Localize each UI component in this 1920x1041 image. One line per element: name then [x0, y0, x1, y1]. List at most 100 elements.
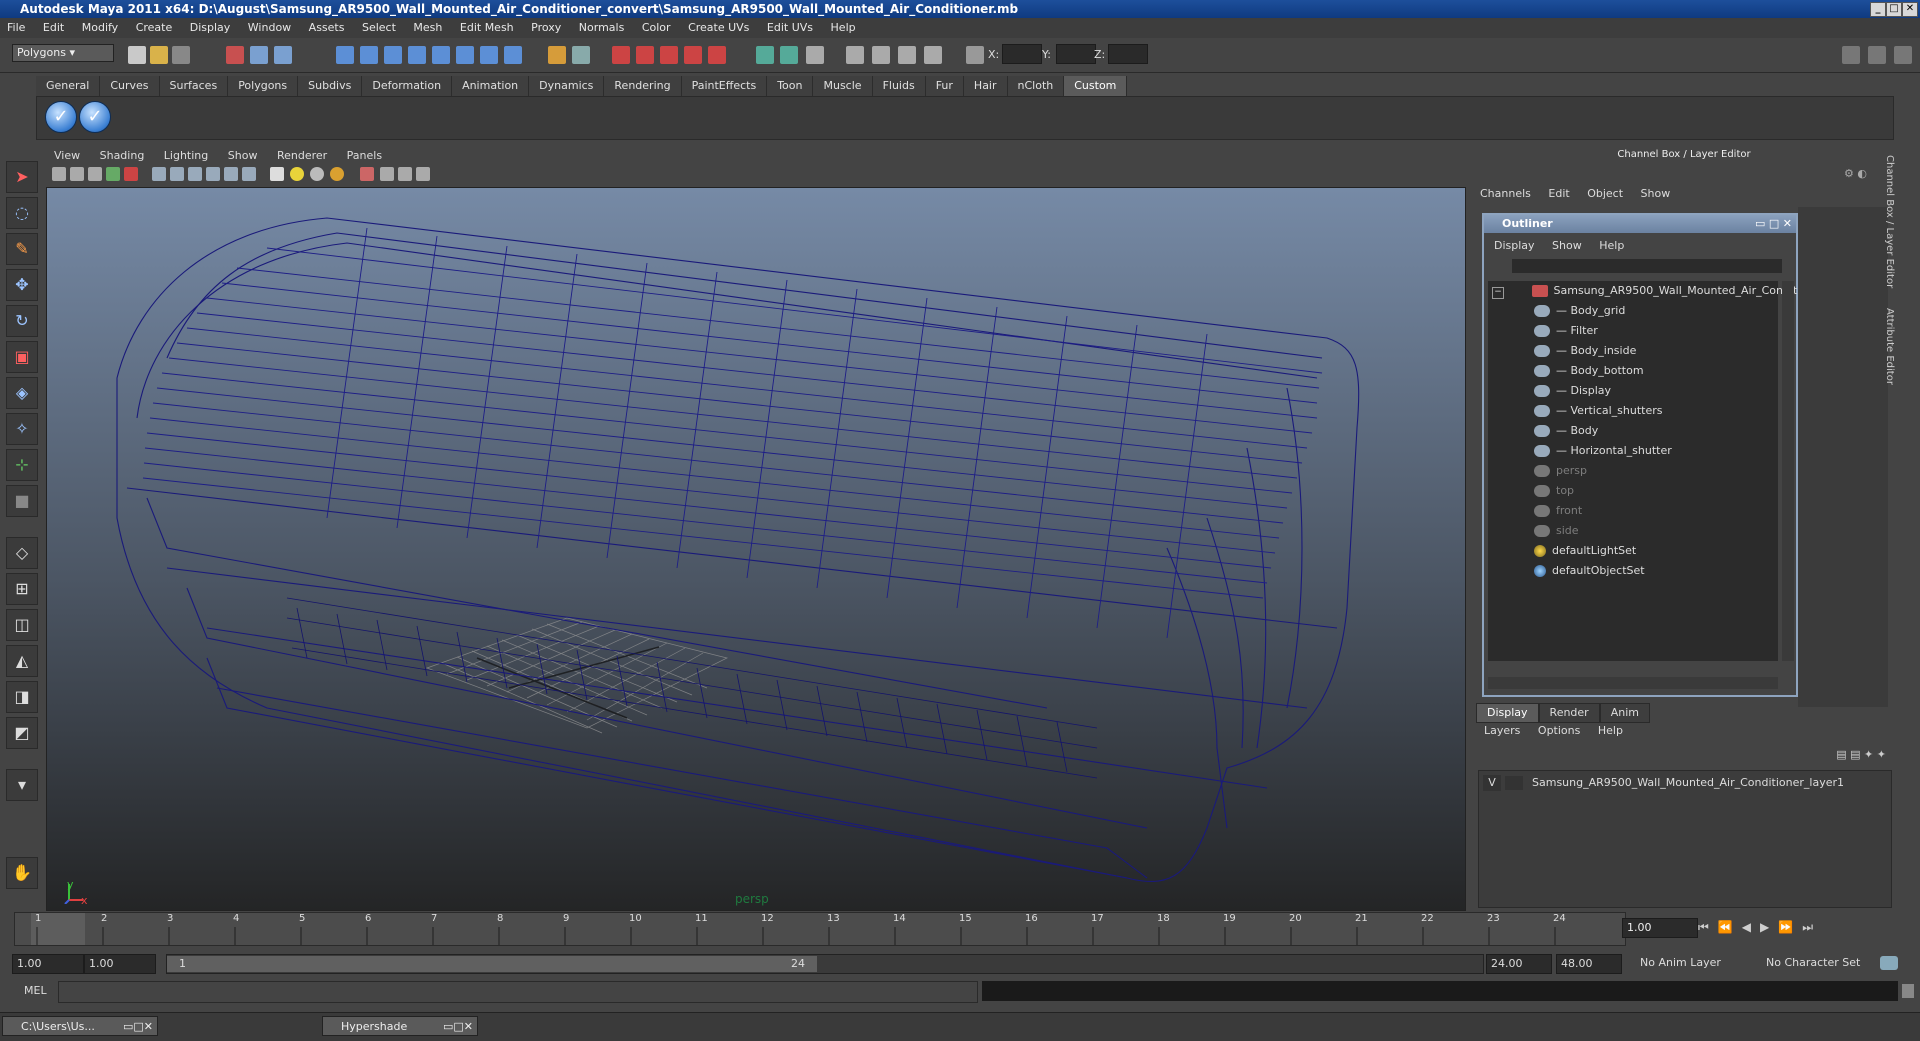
cb-menu-channels[interactable]: Channels [1480, 187, 1531, 200]
playback-end-field[interactable]: 24.00 [1486, 954, 1552, 974]
frame-selected-icon[interactable] [380, 167, 394, 181]
menu-normals[interactable]: Normals [579, 21, 625, 34]
snap-grid-icon[interactable] [336, 46, 354, 64]
open-scene-icon[interactable] [150, 46, 168, 64]
shelf-tab-dynamics[interactable]: Dynamics [529, 76, 605, 96]
outliner-set-item[interactable]: defaultObjectSet [1534, 561, 1645, 581]
render-view-icon[interactable] [708, 46, 726, 64]
outliner-camera-item[interactable]: persp [1534, 461, 1587, 481]
default-light-icon[interactable] [270, 167, 284, 181]
outliner-item[interactable]: — Filter [1534, 321, 1598, 341]
menu-window[interactable]: Window [248, 21, 291, 34]
menu-assets[interactable]: Assets [309, 21, 345, 34]
step-back-key-icon[interactable]: ⏪ [1718, 920, 1742, 934]
shelf-check-icon-1[interactable]: ✓ [45, 101, 77, 133]
step-forward-icon[interactable]: ⏩ [1778, 920, 1802, 934]
lighting-icon[interactable] [898, 46, 916, 64]
graph-editor-layout-icon[interactable]: ◩ [6, 717, 38, 749]
camera-attributes-icon[interactable] [70, 167, 84, 181]
input-output-icon[interactable] [480, 46, 498, 64]
wireframe-icon[interactable] [170, 167, 184, 181]
menu-help[interactable]: Help [831, 21, 856, 34]
vp-menu-shading[interactable]: Shading [100, 149, 145, 162]
four-view-layout-icon[interactable]: ⊞ [6, 573, 38, 605]
snap-surface-icon[interactable] [432, 46, 450, 64]
outliner-item[interactable]: — Body_grid [1534, 301, 1625, 321]
all-lights-icon[interactable] [290, 167, 304, 181]
side-tab-channel-box[interactable]: Channel Box / Layer Editor [1884, 155, 1895, 288]
range-slider[interactable]: 1 24 [166, 954, 1484, 974]
outliner-set-item[interactable]: defaultLightSet [1534, 541, 1636, 561]
absolute-transform-icon[interactable] [966, 46, 984, 64]
menu-select[interactable]: Select [362, 21, 396, 34]
time-slider[interactable]: 1 2 3 4 5 6 7 8 9 10 11 12 13 14 15 16 1… [14, 912, 1626, 946]
shelf-tab-ncloth[interactable]: nCloth [1007, 76, 1065, 96]
shelf-tab-fur[interactable]: Fur [925, 76, 964, 96]
outliner-item[interactable]: — Body_inside [1534, 341, 1636, 361]
high-quality-icon[interactable] [330, 167, 344, 181]
vp-menu-show[interactable]: Show [228, 149, 258, 162]
layout-menu-icon[interactable]: ▾ [6, 769, 38, 801]
shelf-tab-rendering[interactable]: Rendering [604, 76, 682, 96]
collapse-icon[interactable]: − [1492, 287, 1504, 299]
new-scene-icon[interactable] [128, 46, 146, 64]
step-back-icon[interactable]: ◀ [1742, 920, 1760, 934]
command-language-label[interactable]: MEL [24, 984, 47, 997]
shadows-icon[interactable] [310, 167, 324, 181]
channel-box-toggle-icon[interactable] [1868, 46, 1886, 64]
texture-icon[interactable] [872, 46, 890, 64]
panel-toggle-icon[interactable] [1842, 46, 1860, 64]
select-camera-icon[interactable] [52, 167, 66, 181]
grid-toggle-icon[interactable] [152, 167, 166, 181]
move-tool-icon[interactable]: ✥ [6, 269, 38, 301]
vp-menu-renderer[interactable]: Renderer [277, 149, 327, 162]
outliner-item[interactable]: — Vertical_shutters [1534, 401, 1663, 421]
scale-tool-icon[interactable]: ▣ [6, 341, 38, 373]
save-scene-icon[interactable] [172, 46, 190, 64]
menu-create[interactable]: Create [136, 21, 173, 34]
minimize-icon[interactable]: _ [1870, 2, 1886, 17]
image-plane-icon[interactable] [106, 167, 120, 181]
layer-row[interactable]: V Samsung_AR9500_Wall_Mounted_Air_Condit… [1483, 775, 1885, 791]
snap-curve-icon[interactable] [360, 46, 378, 64]
shelf-tab-curves[interactable]: Curves [100, 76, 160, 96]
selection-field-icon[interactable] [780, 46, 798, 64]
construction-history-icon[interactable] [456, 46, 474, 64]
outliner-menu-help[interactable]: Help [1599, 239, 1624, 252]
go-end-icon[interactable]: ⏭ [1802, 920, 1822, 934]
texture-display-icon[interactable] [242, 167, 256, 181]
perspective-viewport[interactable]: y x persp [46, 187, 1466, 911]
snap-point-icon[interactable] [384, 46, 402, 64]
x-field[interactable] [1002, 44, 1042, 64]
go-start-icon[interactable]: ⏮ [1698, 920, 1718, 934]
playback-start-field[interactable]: 1.00 [84, 954, 156, 974]
current-frame-field[interactable]: 1.00 [1622, 918, 1698, 938]
film-gate-icon[interactable] [124, 167, 138, 181]
hand-icon[interactable]: ✋ [6, 857, 38, 889]
shelf-tab-surfaces[interactable]: Surfaces [159, 76, 229, 96]
minimized-window-hypershade[interactable]: Hypershade ▭□✕ [322, 1016, 478, 1036]
shelf-check-icon-2[interactable]: ✓ [79, 101, 111, 133]
symmetry-icon[interactable] [572, 46, 590, 64]
cb-menu-show[interactable]: Show [1641, 187, 1671, 200]
outliner-filter-input[interactable] [1512, 259, 1782, 273]
tool-settings-toggle-icon[interactable] [1894, 46, 1912, 64]
resolution-gate-icon[interactable] [416, 167, 430, 181]
vp-menu-view[interactable]: View [54, 149, 80, 162]
menu-set-selector[interactable]: Polygons ▾ [12, 44, 114, 62]
auto-key-icon[interactable] [1880, 956, 1898, 970]
bookmark-icon[interactable] [88, 167, 102, 181]
select-tool-icon[interactable]: ➤ [6, 161, 38, 193]
menu-edit-mesh[interactable]: Edit Mesh [460, 21, 514, 34]
camera-icon[interactable] [846, 46, 864, 64]
maximize-icon[interactable]: □ [1886, 2, 1902, 17]
side-tab-attribute-editor[interactable]: Attribute Editor [1884, 308, 1895, 385]
shelf-tab-general[interactable]: General [36, 76, 101, 96]
cb-menu-object[interactable]: Object [1587, 187, 1623, 200]
lasso-tool-icon[interactable]: ◌ [6, 197, 38, 229]
outliner-menu-show[interactable]: Show [1552, 239, 1582, 252]
layer-playback-toggle[interactable] [1504, 776, 1523, 790]
layer-menu-help[interactable]: Help [1598, 724, 1623, 737]
shelf-tab-muscle[interactable]: Muscle [813, 76, 873, 96]
layer-create-icons[interactable]: ▤ ▤ ✦ ✦ [1796, 748, 1886, 764]
